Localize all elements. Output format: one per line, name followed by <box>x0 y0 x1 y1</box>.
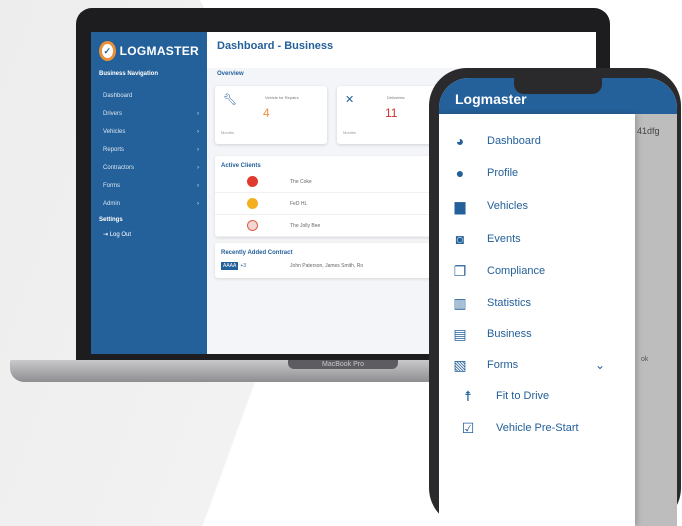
client-name: The Jolly Bee <box>290 222 321 229</box>
building-icon: ▤ <box>453 325 467 342</box>
chevron-right-icon: › <box>197 129 199 135</box>
client-logo <box>247 176 258 187</box>
logout-button[interactable]: ⇥ Log Out <box>91 231 207 238</box>
wrench-icon: 🔧︎ <box>223 94 237 106</box>
chevron-right-icon: › <box>197 183 199 189</box>
menu-item-business[interactable]: ▤ Business <box>439 319 635 349</box>
menu-item-profile[interactable]: ● Profile <box>439 158 635 188</box>
logo: ✓ LOGMASTER <box>91 32 207 71</box>
user-circle-icon: ● <box>455 165 465 181</box>
card-title: Vehicle for Repairs <box>265 95 299 100</box>
truck-icon: ▆ <box>454 197 466 214</box>
card-value: 4 <box>263 106 270 120</box>
sidebar-item-drivers[interactable]: Drivers › <box>91 105 207 123</box>
menu-item-vehicles[interactable]: ▆ Vehicles <box>439 191 635 221</box>
menu-item-vehicle-pre-start[interactable]: ☑ Vehicle Pre-Start <box>439 413 635 443</box>
card-subtitle: Months <box>343 130 357 135</box>
phone-backdrop: 41dfg ok <box>635 114 677 526</box>
sidebar-item-label: Contractors <box>103 165 135 171</box>
card-subtitle: Months <box>221 130 235 135</box>
sidebar-item-vehicles[interactable]: Vehicles › <box>91 123 207 141</box>
card-title: Deliveries <box>387 95 405 100</box>
chevron-down-icon[interactable]: ⌄ <box>595 358 605 372</box>
sidebar-item-reports[interactable]: Reports › <box>91 141 207 159</box>
menu-item-label: Vehicles <box>487 200 528 212</box>
tools-icon: ✕ <box>345 94 355 106</box>
menu-item-label: Fit to Drive <box>496 390 550 402</box>
speedometer-icon: ◕ <box>455 133 465 149</box>
calendar-user-icon: ◙ <box>455 231 465 247</box>
form-icon: ▧ <box>453 356 467 373</box>
menu-item-label: Vehicle Pre-Start <box>496 422 579 434</box>
settings-heading: Settings <box>99 217 123 223</box>
overview-card-repairs[interactable]: 🔧︎ Vehicle for Repairs 4 Months <box>215 86 327 144</box>
logo-text: LOGMASTER <box>119 44 199 58</box>
backdrop-id-text: 41dfg <box>637 126 660 136</box>
phone-nav-drawer: ◕ Dashboard ● Profile ▆ Vehicles ◙ Event… <box>439 114 635 526</box>
phone-notch <box>514 78 602 94</box>
nav-heading: Business Navigation <box>99 71 159 77</box>
menu-item-label: Profile <box>487 167 519 179</box>
person-icon: ☨ <box>464 387 472 404</box>
contract-names: John Paterson, James Smith, Ro <box>290 263 364 269</box>
business-sidebar: ✓ LOGMASTER Business Navigation Dashboar… <box>91 32 207 354</box>
checkbox-icon: ☑ <box>461 419 475 436</box>
menu-item-label: Statistics <box>487 297 532 309</box>
menu-item-statistics[interactable]: ▥ Statistics <box>439 288 635 318</box>
sidebar-item-label: Drivers <box>103 111 122 117</box>
sidebar-item-dashboard[interactable]: Dashboard <box>91 87 207 105</box>
card-value: 11 <box>385 106 398 120</box>
chevron-right-icon: › <box>197 147 199 153</box>
logo-check-icon: ✓ <box>99 41 116 61</box>
chevron-right-icon: › <box>197 111 199 117</box>
phone-app-title: Logmaster <box>455 91 527 107</box>
menu-item-label: Dashboard <box>487 135 541 147</box>
contract-plus-count: +3 <box>240 263 247 269</box>
client-logo <box>247 220 258 231</box>
document-edit-icon: ❐ <box>453 262 467 279</box>
menu-item-label: Events <box>487 233 521 245</box>
sidebar-item-label: Forms <box>103 183 120 189</box>
laptop-brand-label: MacBook Pro <box>288 360 398 369</box>
sidebar-item-label: Vehicles <box>103 129 126 135</box>
menu-item-label: Compliance <box>487 265 546 277</box>
page-title: Dashboard - Business <box>207 32 596 68</box>
sidebar-item-label: Reports <box>103 147 125 153</box>
menu-item-label: Business <box>487 328 532 340</box>
phone-screen: Logmaster 41dfg ok ◕ Dashboard ● Profile… <box>439 78 677 526</box>
chevron-right-icon: › <box>197 201 199 207</box>
client-name: FeD HL <box>290 200 308 207</box>
client-name: The Coke <box>290 178 312 185</box>
contract-badge: AAAA <box>221 262 239 270</box>
sidebar-item-contractors[interactable]: Contractors › <box>91 159 207 177</box>
bar-chart-icon: ▥ <box>453 294 467 311</box>
menu-item-dashboard[interactable]: ◕ Dashboard <box>439 126 635 156</box>
menu-item-forms[interactable]: ▧ Forms ⌄ <box>439 350 635 380</box>
menu-item-events[interactable]: ◙ Events <box>439 224 635 254</box>
logout-label: Log Out <box>109 232 132 238</box>
client-logo <box>247 198 258 209</box>
backdrop-text: ok <box>641 356 649 363</box>
sidebar-item-admin[interactable]: Admin › <box>91 195 207 213</box>
menu-item-compliance[interactable]: ❐ Compliance <box>439 256 635 286</box>
chevron-right-icon: › <box>197 165 199 171</box>
menu-item-label: Forms <box>487 359 519 371</box>
sidebar-item-label: Admin <box>103 201 121 207</box>
sidebar-item-label: Dashboard <box>103 93 133 99</box>
logout-icon: ⇥ <box>103 232 110 238</box>
sidebar-item-forms[interactable]: Forms › <box>91 177 207 195</box>
menu-item-fit-to-drive[interactable]: ☨ Fit to Drive <box>439 381 635 411</box>
